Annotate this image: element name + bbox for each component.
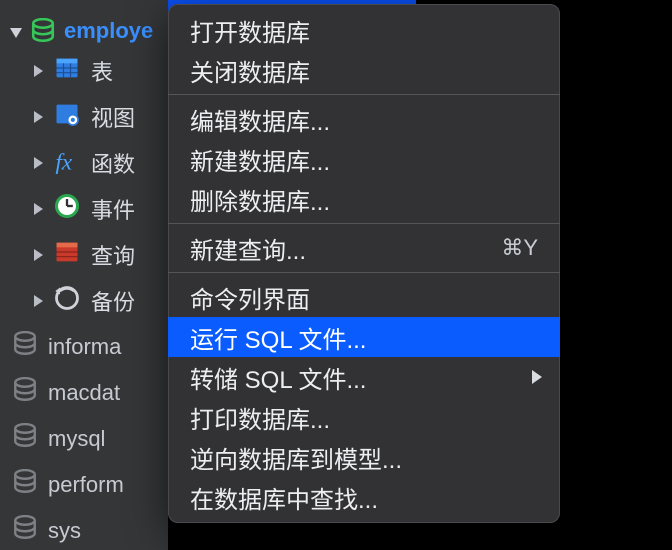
tree-item-label: 函数 [91,147,135,179]
chevron-right-icon [34,295,43,307]
table-icon [53,54,81,88]
menu-item[interactable]: 在数据库中查找... [168,477,560,517]
menu-item[interactable]: 关闭数据库 [168,50,560,90]
database-name-label: employe [64,18,153,44]
tree-item-label: 视图 [91,101,135,133]
menu-item[interactable]: 新建查询... ⌘Y [168,228,560,268]
tree-item-view[interactable]: 视图 [34,94,168,140]
tree-item-table[interactable]: 表 [34,48,168,94]
menu-item[interactable]: 命令列界面 [168,277,560,317]
menu-item-label: 删除数据库... [190,182,330,217]
menu-item-label: 转储 SQL 文件... [190,360,366,395]
database-entry[interactable]: sys [0,508,168,550]
chevron-down-icon [10,28,22,38]
menu-item-label: 打开数据库 [190,13,310,48]
database-icon [12,377,38,409]
database-context-menu[interactable]: 打开数据库关闭数据库编辑数据库... 新建数据库... 删除数据库... 新建查询..… [168,4,560,523]
database-entry-label: mysql [48,426,105,452]
tree-item-backup[interactable]: 备份 [34,278,168,324]
chevron-right-icon [34,65,43,77]
chevron-right-icon [34,111,43,123]
menu-shortcut: ⌘Y [501,235,538,261]
database-icon [12,423,38,455]
menu-item-label: 命令列界面 [190,280,310,315]
database-entry-label: sys [48,518,81,544]
menu-item[interactable]: 编辑数据库... [168,99,560,139]
event-icon [53,192,81,226]
menu-item[interactable]: 打印数据库... [168,397,560,437]
menu-item-label: 在数据库中查找... [190,480,378,515]
menu-separator [168,94,560,95]
menu-item-label: 运行 SQL 文件... [190,320,366,355]
menu-separator [168,223,560,224]
database-entry-label: informa [48,334,121,360]
menu-item-label: 新建查询... [190,231,306,266]
menu-item-label: 新建数据库... [190,142,330,177]
database-tree-header[interactable]: employe [0,0,168,48]
chevron-right-icon [34,157,43,169]
tree-item-label: 事件 [91,193,135,225]
chevron-right-icon [34,249,43,261]
database-icon [12,515,38,547]
database-entry[interactable]: perform [0,462,168,508]
menu-item-label: 逆向数据库到模型... [190,440,402,475]
database-entry-label: perform [48,472,124,498]
tree-item-query[interactable]: 查询 [34,232,168,278]
menu-item[interactable]: 删除数据库... [168,179,560,219]
database-entry-label: macdat [48,380,120,406]
query-icon [53,238,81,272]
backup-icon [53,284,81,318]
tree-item-label: 备份 [91,285,135,317]
database-icon [12,469,38,501]
database-icon [30,17,56,44]
tree-item-label: 表 [91,55,113,87]
svg-text:fx: fx [55,149,72,174]
database-tree-sidebar[interactable]: employe 表视图 fx 函数事件查询备份 informa macdat mysql… [0,0,168,550]
tree-item-label: 查询 [91,239,135,271]
view-icon [53,100,81,134]
chevron-right-icon [34,203,43,215]
menu-separator [168,272,560,273]
menu-item[interactable]: 新建数据库... [168,139,560,179]
menu-item-label: 关闭数据库 [190,53,310,88]
menu-item-label: 打印数据库... [190,400,330,435]
menu-item[interactable]: 运行 SQL 文件... [168,317,560,357]
tree-item-function[interactable]: fx 函数 [34,140,168,186]
tree-item-event[interactable]: 事件 [34,186,168,232]
chevron-right-icon [532,370,542,384]
database-icon [12,331,38,363]
menu-item-label: 编辑数据库... [190,102,330,137]
menu-item[interactable]: 打开数据库 [168,10,560,50]
database-entry[interactable]: informa [0,324,168,370]
menu-item[interactable]: 逆向数据库到模型... [168,437,560,477]
menu-item[interactable]: 转储 SQL 文件... [168,357,560,397]
database-entry[interactable]: macdat [0,370,168,416]
function-icon: fx [53,146,81,180]
database-entry[interactable]: mysql [0,416,168,462]
